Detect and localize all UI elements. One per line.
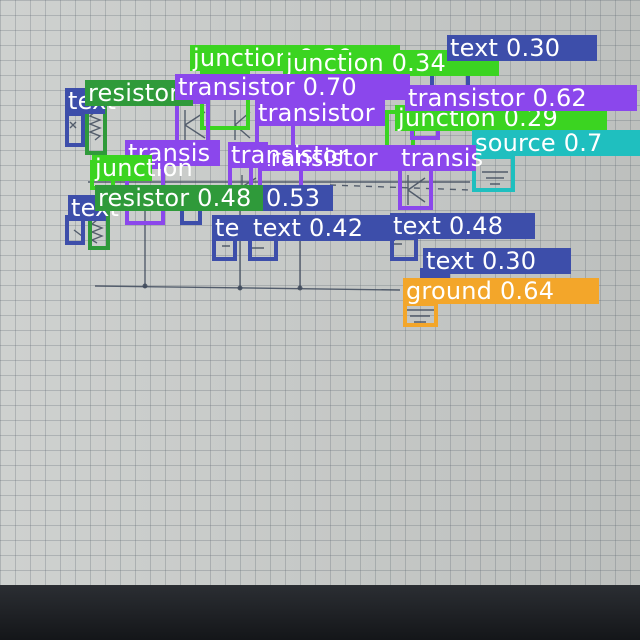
junction-detection-label: junction [92,155,193,181]
text-detection-label: text 0.30 [423,248,571,274]
text-detection-label: 0.53 [263,185,333,211]
transistor-detection-label: transistor [255,100,385,126]
text-detection-label: te [212,215,252,241]
ground-detection-label: ground 0.64 [403,278,599,304]
ground-detection-box [403,302,438,327]
source-detection-label: source 0.7 [472,130,640,156]
transistor-detection-label: transistor 0.70 [175,74,410,100]
transistor-detection-label: transistor 0.62 [405,85,637,111]
transistor-detection-label: transistor [228,142,348,168]
text-detection-label: text 0.42 [250,215,395,241]
text-detection-label: text 0.48 [390,213,535,239]
transistor-detection-label: transis [398,145,483,171]
detection-overlay: junction 0.30 junction 0.34 text 0.30 junct… [0,0,640,640]
text-detection-label: text 0.30 [447,35,597,61]
text-detection-box [65,112,85,147]
camera-photo: junction 0.30 junction 0.34 text 0.30 junct… [0,0,640,640]
